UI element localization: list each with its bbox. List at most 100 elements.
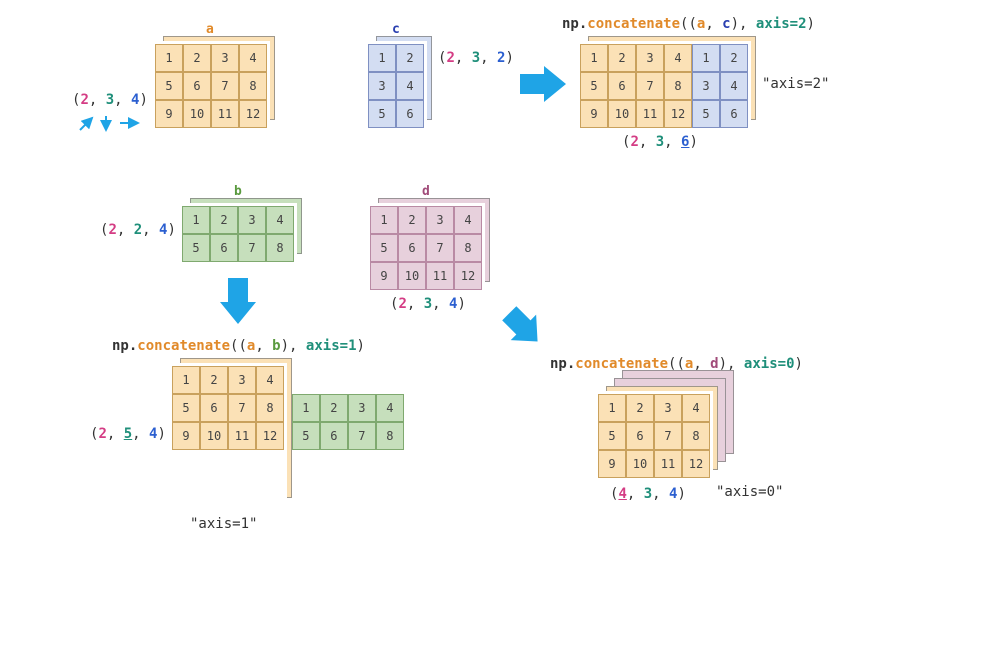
cell: 3 [636,44,664,72]
cell: 1 [598,394,626,422]
cell: 5 [155,72,183,100]
cell: 9 [598,450,626,478]
cell: 1 [370,206,398,234]
cell: 6 [626,422,654,450]
cell: 3 [368,72,396,100]
cell: 7 [238,234,266,262]
cell: 5 [598,422,626,450]
arrow-to-axis2 [518,64,568,104]
cell: 2 [200,366,228,394]
arrow-to-axis1 [218,276,258,326]
cell: 1 [155,44,183,72]
cell: 1 [292,394,320,422]
label-b: b [234,184,242,199]
cell: 8 [376,422,404,450]
array-b: 1234 5678 [182,206,294,262]
cell: 7 [348,422,376,450]
cell: 2 [626,394,654,422]
cell: 6 [200,394,228,422]
shape-b: (2, 2, 4) [100,222,176,238]
cell: 1 [368,44,396,72]
cell: 1 [580,44,608,72]
array-c: 123456 [368,44,424,128]
cell: 3 [692,72,720,100]
cell: 10 [183,100,211,128]
cell: 12 [664,100,692,128]
cell: 4 [256,366,284,394]
cell: 6 [183,72,211,100]
cell: 2 [183,44,211,72]
cell: 9 [580,100,608,128]
cell: 9 [172,422,200,450]
cell: 4 [720,72,748,100]
cell: 6 [398,234,426,262]
code-axis1: np.concatenate((a, b), axis=1) [112,338,365,354]
cell: 5 [370,234,398,262]
cell: 4 [682,394,710,422]
cell: 4 [454,206,482,234]
cell: 7 [228,394,256,422]
cell: 8 [256,394,284,422]
cell: 5 [182,234,210,262]
arrow-to-axis0 [494,298,550,354]
cell: 5 [368,100,396,128]
cell: 6 [608,72,636,100]
cell: 3 [348,394,376,422]
code-axis2: np.concatenate((a, c), axis=2) [562,16,815,32]
cell: 2 [608,44,636,72]
cell: 1 [692,44,720,72]
cell: 7 [636,72,664,100]
cell: 2 [720,44,748,72]
cell: 4 [376,394,404,422]
cell: 6 [396,100,424,128]
cell: 10 [200,422,228,450]
cell: 1 [182,206,210,234]
cell: 2 [396,44,424,72]
result-shape-axis2: (2, 3, 6) [622,134,698,150]
cell: 11 [211,100,239,128]
cell: 8 [664,72,692,100]
cell: 10 [398,262,426,290]
cell: 7 [654,422,682,450]
cell: 5 [172,394,200,422]
caption-axis0: "axis=0" [716,484,783,500]
label-d: d [422,184,430,199]
cell: 8 [266,234,294,262]
shape-c: (2, 3, 2) [438,50,514,66]
cell: 11 [426,262,454,290]
cell: 4 [239,44,267,72]
cell: 8 [682,422,710,450]
result-axis1: 123456789101112 12345678 [172,366,404,450]
array-a: 123456789101112 [155,44,267,128]
cell: 3 [238,206,266,234]
cell: 10 [608,100,636,128]
cell: 3 [228,366,256,394]
cell: 2 [398,206,426,234]
cell: 4 [664,44,692,72]
cell: 9 [370,262,398,290]
cell: 3 [654,394,682,422]
cell: 4 [396,72,424,100]
cell: 8 [239,72,267,100]
cell: 5 [692,100,720,128]
cell: 9 [155,100,183,128]
caption-axis2: "axis=2" [762,76,829,92]
result-shape-axis0: (4, 3, 4) [610,486,686,502]
shape-a: (2, 3, 4) [72,92,148,108]
cell: 7 [426,234,454,262]
cell: 12 [239,100,267,128]
cell: 11 [228,422,256,450]
cell: 6 [210,234,238,262]
cell: 2 [210,206,238,234]
cell: 5 [292,422,320,450]
shape-direction-arrows [74,112,146,136]
cell: 4 [266,206,294,234]
cell: 12 [454,262,482,290]
label-a: a [206,22,214,37]
cell: 6 [320,422,348,450]
label-c: c [392,22,400,37]
cell: 8 [454,234,482,262]
cell: 12 [682,450,710,478]
cell: 10 [626,450,654,478]
cell: 1 [172,366,200,394]
